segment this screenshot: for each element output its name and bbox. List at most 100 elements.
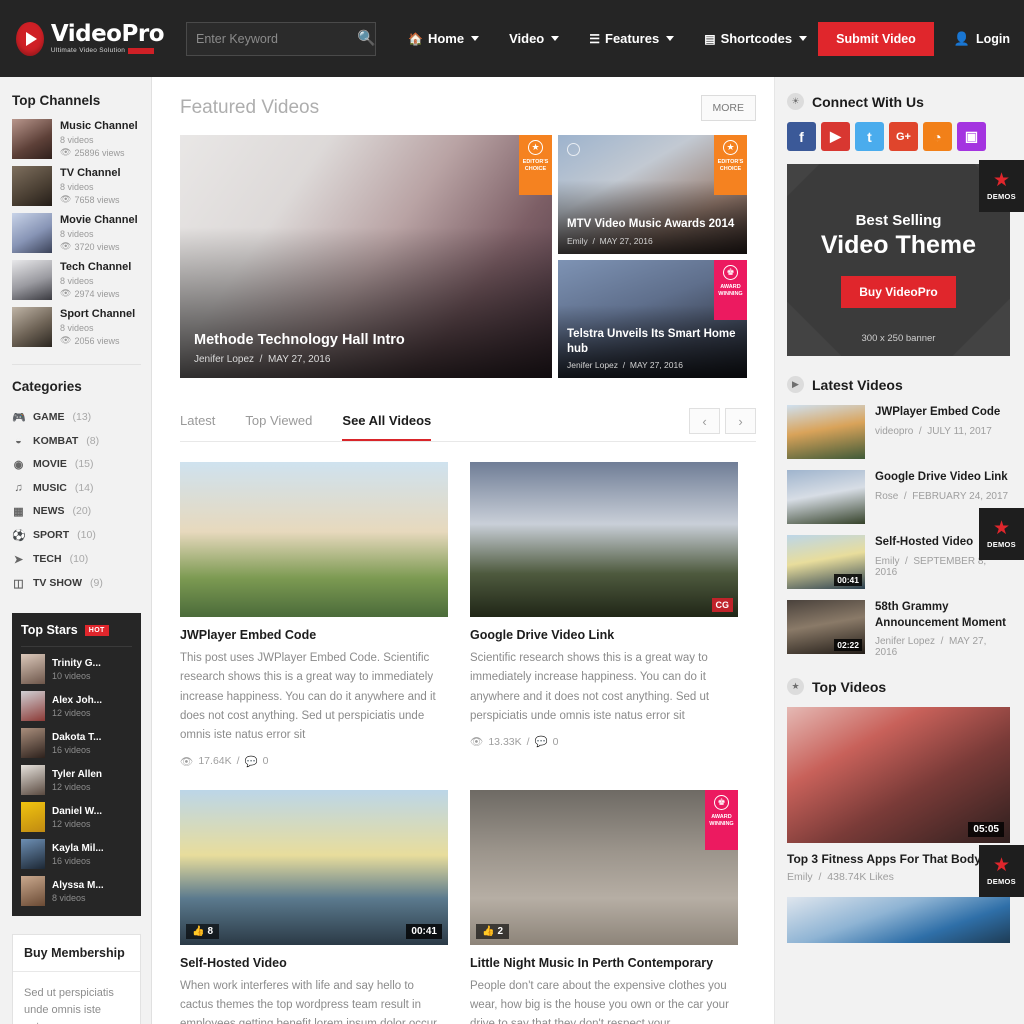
- nav-item-shortcodes[interactable]: ▤ Shortcodes: [704, 31, 808, 46]
- demos-tab[interactable]: ★ DEMOS: [979, 508, 1024, 560]
- nav-item-features[interactable]: ☰ Features: [589, 31, 675, 46]
- category-label: KOMBAT: [33, 434, 79, 447]
- banner-subtitle: Best Selling: [855, 212, 942, 229]
- buy-videopro-button[interactable]: Buy VideoPro: [841, 276, 956, 308]
- star-item[interactable]: Kayla Mil... 16 videos: [21, 839, 132, 869]
- video-stats: 👁 17.64K / 💬 0: [180, 755, 269, 768]
- latest-videos-widget: ▶ Latest Videos JWPlayer Embed Code vide…: [787, 376, 1010, 658]
- tab-top-viewed[interactable]: Top Viewed: [245, 413, 312, 441]
- avatar: [21, 802, 45, 832]
- site-logo[interactable]: VideoPro Ultimate Video Solution: [16, 21, 165, 56]
- video-thumbnail[interactable]: [787, 897, 1010, 944]
- channel-thumbnail: [12, 307, 52, 347]
- category-item-tech[interactable]: ➤ TECH (10): [12, 547, 141, 571]
- channel-item[interactable]: Music Channel 8 videos 👁 25896 views: [12, 119, 141, 159]
- latest-video-item[interactable]: 02:22 58th Grammy Announcement Moment Je…: [787, 600, 1010, 658]
- star-item[interactable]: Trinity G... 10 videos: [21, 654, 132, 684]
- channel-item[interactable]: Sport Channel 8 videos 👁 2056 views: [12, 307, 141, 347]
- channel-video-count: 8 videos: [60, 182, 94, 193]
- featured-small-video[interactable]: ★ EDITOR'S CHOICE MTV Video Music Awards…: [558, 135, 747, 254]
- ribbon-label: EDITOR'S CHOICE: [717, 159, 744, 173]
- star-icon: ★: [992, 518, 1011, 539]
- top-video-item[interactable]: 05:05 Top 3 Fitness Apps For That Body E…: [787, 707, 1010, 883]
- avatar: [21, 876, 45, 906]
- featured-main-video[interactable]: ★ EDITOR'S CHOICE Methode Technology Hal…: [180, 135, 552, 378]
- video-description: People don't care about the expensive cl…: [470, 979, 729, 1024]
- facebook-icon[interactable]: f: [787, 122, 816, 151]
- category-item-game[interactable]: 🎮 GAME (13): [12, 405, 141, 429]
- search-icon[interactable]: 🔍: [357, 31, 376, 46]
- demos-tab[interactable]: ★ DEMOS: [979, 160, 1024, 212]
- latest-video-item[interactable]: Google Drive Video Link Rose / FEBRUARY …: [787, 470, 1010, 524]
- star-video-count: 16 videos: [52, 744, 91, 755]
- trophy-icon: ♚: [723, 264, 738, 280]
- gamepad-icon: 🎮: [12, 411, 26, 424]
- demos-tab[interactable]: ★ DEMOS: [979, 845, 1024, 897]
- submit-video-button[interactable]: Submit Video: [818, 21, 934, 56]
- featured-small-video[interactable]: ♚ AWARD WINNING Telstra Unveils Its Smar…: [558, 259, 747, 378]
- channel-video-count: 8 videos: [60, 276, 94, 287]
- star-icon: ★: [787, 678, 804, 696]
- channel-thumbnail: [12, 119, 52, 159]
- star-icon: ★: [723, 140, 738, 155]
- rss-icon[interactable]: ◔: [923, 122, 952, 151]
- googleplus-icon[interactable]: G+: [889, 122, 918, 151]
- nav-item-home[interactable]: 🏠 Home: [408, 31, 480, 46]
- star-item[interactable]: Daniel W... 12 videos: [21, 802, 132, 832]
- next-button[interactable]: ›: [725, 408, 756, 434]
- social-links: f ▶ t G+ ◔ ▣: [787, 122, 1010, 151]
- duration-badge: 05:05: [968, 822, 1004, 838]
- category-item-movie[interactable]: ◉ MOVIE (15): [12, 452, 141, 476]
- video-meta: Jenifer Lopez / MAY 27, 2016: [875, 636, 987, 659]
- search-input[interactable]: [196, 31, 357, 46]
- tab-see-all-videos[interactable]: See All Videos: [342, 413, 432, 441]
- video-card[interactable]: 👍 8 00:41 Self-Hosted Video When work int…: [180, 789, 448, 1024]
- prev-button[interactable]: ‹: [689, 408, 720, 434]
- page-title: Featured Videos: [180, 97, 320, 118]
- category-item-kombat[interactable]: ◒ KOMBAT (8): [12, 429, 141, 452]
- category-item-tvshow[interactable]: ◫ TV SHOW (9): [12, 571, 141, 595]
- view-count: 17.64K: [198, 755, 232, 768]
- duration-badge: 00:41: [834, 574, 862, 586]
- category-item-sport[interactable]: ⚽ SPORT (10): [12, 523, 141, 547]
- channel-item[interactable]: Tech Channel 8 videos 👁 2974 views: [12, 260, 141, 300]
- category-label: TECH: [33, 553, 62, 565]
- star-icon: ★: [528, 140, 543, 155]
- category-count: (8): [86, 434, 100, 447]
- search-box[interactable]: 🔍: [186, 21, 376, 56]
- video-title: Google Drive Video Link: [875, 471, 1008, 483]
- nav-item-video[interactable]: Video: [509, 31, 560, 46]
- video-card[interactable]: CG Google Drive Video Link Scientific re…: [470, 462, 738, 768]
- video-description: Scientific research shows this is a grea…: [470, 652, 710, 722]
- star-item[interactable]: Dakota T... 16 videos: [21, 728, 132, 758]
- latest-video-item[interactable]: 00:41 Self-Hosted Video Emily / SEPTEMBE…: [787, 535, 1010, 589]
- video-card[interactable]: ♚ AWARD WINNING 👍 2 Little Night Music In…: [470, 789, 738, 1024]
- tab-latest[interactable]: Latest: [180, 413, 215, 441]
- star-item[interactable]: Alex Joh... 12 videos: [21, 691, 132, 721]
- buy-membership-widget: Buy Membership Sed ut perspiciatis unde …: [12, 934, 141, 1024]
- ribbon-label: AWARD WINNING: [709, 813, 734, 827]
- channel-item[interactable]: Movie Channel 8 videos 👁 3720 views: [12, 213, 141, 253]
- channel-item[interactable]: TV Channel 8 videos 👁 7658 views: [12, 166, 141, 206]
- category-item-music[interactable]: ♫ MUSIC (14): [12, 476, 141, 499]
- star-name: Dakota T...: [52, 731, 102, 743]
- category-item-news[interactable]: ▦ NEWS (20): [12, 499, 141, 523]
- twitch-icon[interactable]: ▣: [957, 122, 986, 151]
- star-item[interactable]: Tyler Allen 12 videos: [21, 765, 132, 795]
- login-button[interactable]: 👤 Login: [954, 31, 1010, 47]
- more-button[interactable]: MORE: [700, 95, 756, 121]
- login-label: Login: [975, 31, 1010, 46]
- video-meta: Rose / FEBRUARY 24, 2017: [875, 490, 1009, 502]
- avatar: [21, 765, 45, 795]
- channel-video-count: 8 videos: [60, 135, 94, 146]
- thumbs-up-icon: 👍: [192, 925, 205, 937]
- youtube-icon[interactable]: ▶: [821, 122, 850, 151]
- video-thumbnail: 05:05: [787, 707, 1010, 844]
- chevron-down-icon: [666, 36, 675, 41]
- promo-banner[interactable]: Best Selling Video Theme Buy VideoPro 30…: [787, 164, 1010, 356]
- twitter-icon[interactable]: t: [855, 122, 884, 151]
- user-icon: 👤: [953, 30, 970, 46]
- video-card[interactable]: JWPlayer Embed Code This post uses JWPla…: [180, 462, 448, 768]
- star-item[interactable]: Alyssa M... 8 videos: [21, 876, 132, 906]
- latest-video-item[interactable]: JWPlayer Embed Code videopro / JULY 11, …: [787, 405, 1010, 459]
